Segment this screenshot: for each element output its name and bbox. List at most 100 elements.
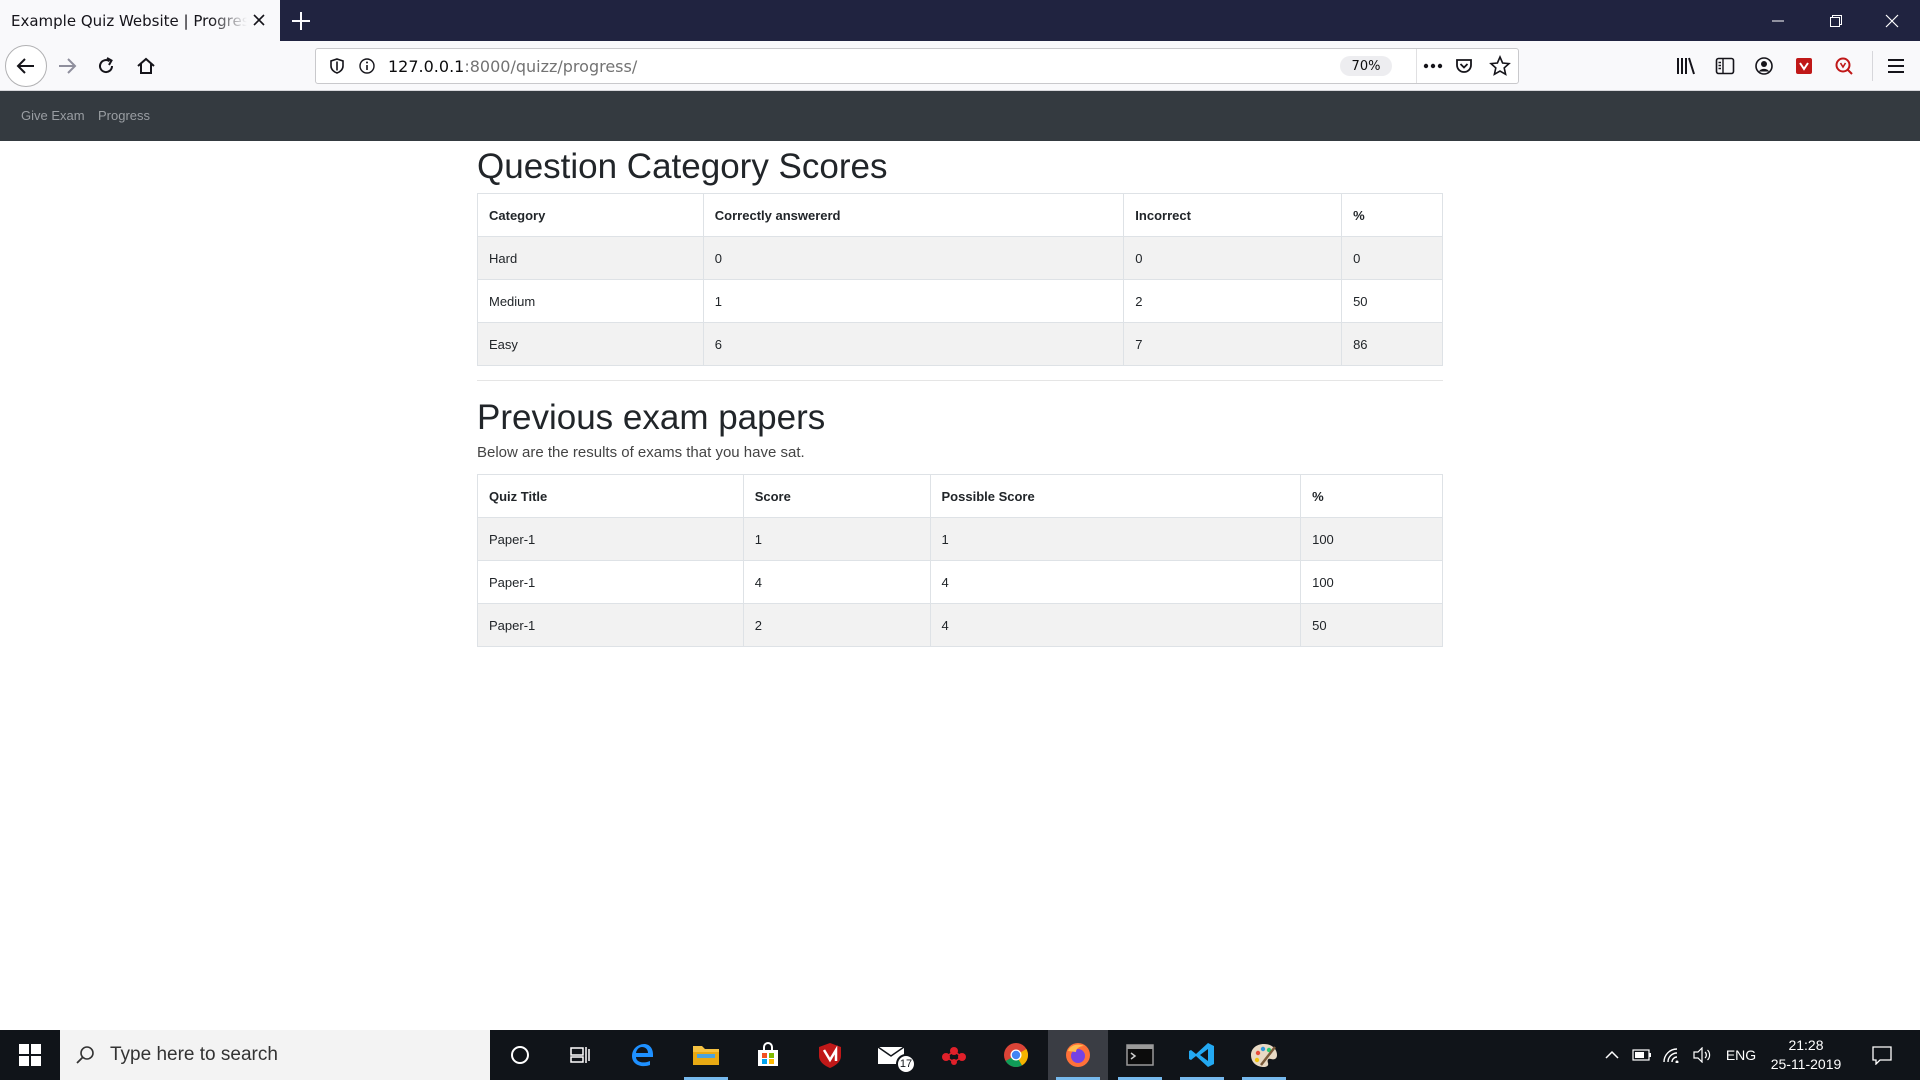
folder-icon [693, 1046, 719, 1065]
minimize-icon[interactable] [1748, 0, 1808, 41]
clock-date: 25-11-2019 [1770, 1056, 1842, 1072]
taskbar-search-box[interactable]: Type here to search [60, 1030, 490, 1080]
bookmark-star-icon[interactable] [1489, 54, 1511, 81]
cortana-icon [511, 1046, 529, 1064]
column-header: Correctly answererd [702, 193, 1125, 237]
site-info-icon[interactable] [358, 57, 376, 79]
page-actions-icon[interactable] [1418, 55, 1448, 77]
table-cell: 0 [1341, 236, 1443, 280]
close-window-icon[interactable] [1862, 0, 1920, 41]
taskbar-terminal[interactable] [1110, 1030, 1170, 1080]
table-cell: Paper-1 [477, 560, 744, 604]
home-button[interactable] [132, 52, 160, 80]
tab-close-icon[interactable] [250, 11, 268, 29]
pocket-icon[interactable] [1454, 56, 1474, 80]
notifications-icon[interactable] [1862, 1030, 1902, 1080]
url-host: 127.0.0.1 [388, 57, 465, 76]
sidebar-icon[interactable] [1711, 52, 1739, 80]
windows-logo-icon [19, 1044, 41, 1066]
column-header: Category [477, 193, 704, 237]
column-header: Incorrect [1123, 193, 1343, 237]
table-cell: 4 [929, 560, 1302, 604]
zoom-indicator[interactable]: 70% [1340, 56, 1392, 76]
page-content: Question Category Scores Category Correc… [477, 141, 1443, 647]
site-navbar: Give Exam Progress [0, 91, 1920, 141]
browser-tab-active[interactable]: Example Quiz Website | Progress Page [0, 0, 280, 41]
taskbar-paint[interactable] [1234, 1030, 1294, 1080]
table-cell: 1 [702, 279, 1125, 323]
taskbar-mail[interactable]: 17 [862, 1030, 922, 1080]
table-cell: 4 [929, 603, 1302, 647]
restore-icon[interactable] [1806, 0, 1866, 41]
taskbar-file-explorer[interactable] [676, 1030, 736, 1080]
url-path: :8000/quizz/progress/ [464, 57, 638, 76]
nav-link-give-exam[interactable]: Give Exam [21, 108, 85, 123]
home-icon [137, 57, 155, 74]
library-icon[interactable] [1672, 52, 1700, 80]
table-row: Medium 1 2 50 [477, 279, 1443, 323]
table-cell: 100 [1300, 517, 1443, 561]
volume-icon[interactable] [1690, 1030, 1714, 1080]
table-header-row: Category Correctly answererd Incorrect % [477, 193, 1443, 237]
tracking-shield-icon[interactable] [328, 57, 346, 79]
previous-exams-subtitle: Below are the results of exams that you … [477, 444, 805, 461]
task-view-button[interactable] [550, 1030, 610, 1080]
taskbar-store[interactable] [738, 1030, 798, 1080]
search-icon [76, 1046, 94, 1064]
paint-palette-icon [1251, 1044, 1277, 1067]
clock-time: 21:28 [1788, 1037, 1824, 1053]
taskbar-clock[interactable]: 21:28 25-11-2019 [1766, 1036, 1846, 1074]
cortana-button[interactable] [490, 1030, 550, 1080]
table-cell: Paper-1 [477, 603, 744, 647]
forward-button[interactable] [53, 52, 81, 80]
section-divider [477, 380, 1443, 381]
column-header: % [1300, 474, 1443, 518]
nav-link-progress[interactable]: Progress [98, 108, 150, 123]
back-button[interactable] [5, 45, 47, 87]
taskbar-edge[interactable] [612, 1030, 672, 1080]
extension-search-icon[interactable] [1830, 52, 1858, 80]
reload-button[interactable] [92, 52, 120, 80]
taskbar-firefox[interactable] [1048, 1030, 1108, 1080]
new-tab-icon[interactable] [289, 9, 313, 33]
table-cell: 1 [929, 517, 1302, 561]
input-language[interactable]: ENG [1722, 1030, 1760, 1080]
windows-taskbar: Type here to search 17 ENG 21:28 25-11-2… [0, 1030, 1920, 1080]
table-cell: 2 [742, 603, 931, 647]
chrome-icon [1004, 1043, 1029, 1068]
table-cell: 4 [742, 560, 931, 604]
search-placeholder: Type here to search [110, 1044, 278, 1065]
previous-exams-table: Quiz Title Score Possible Score % Paper-… [477, 474, 1443, 647]
edge-icon [632, 1044, 653, 1067]
address-bar[interactable]: 127.0.0.1:8000/quizz/progress/ 70% [315, 48, 1519, 84]
back-arrow-icon [16, 58, 34, 74]
tray-overflow-chevron-icon[interactable] [1600, 1030, 1624, 1080]
column-header: % [1341, 193, 1443, 237]
table-cell: Easy [477, 322, 704, 366]
table-cell: 86 [1341, 322, 1443, 366]
battery-icon[interactable] [1630, 1030, 1654, 1080]
table-row: Paper-1 4 4 100 [477, 560, 1443, 604]
task-view-icon [570, 1047, 590, 1063]
table-row: Hard 0 0 0 [477, 236, 1443, 280]
table-cell: 100 [1300, 560, 1443, 604]
urlbar-divider [1416, 49, 1417, 83]
url-text[interactable]: 127.0.0.1:8000/quizz/progress/ [388, 57, 637, 76]
store-icon [758, 1042, 778, 1066]
wifi-icon[interactable] [1660, 1030, 1684, 1080]
taskbar-chrome[interactable] [986, 1030, 1046, 1080]
table-cell: 6 [702, 322, 1125, 366]
taskbar-mcafee[interactable] [800, 1030, 860, 1080]
table-cell: 0 [702, 236, 1125, 280]
table-cell: Hard [477, 236, 704, 280]
menu-hamburger-icon[interactable] [1882, 52, 1910, 80]
taskbar-vscode[interactable] [1172, 1030, 1232, 1080]
start-button[interactable] [0, 1030, 60, 1080]
table-row: Paper-1 2 4 50 [477, 603, 1443, 647]
taskbar-app-red[interactable] [924, 1030, 984, 1080]
terminal-icon [1126, 1044, 1154, 1066]
table-cell: 1 [742, 517, 931, 561]
mail-badge: 17 [896, 1054, 916, 1074]
extension-shield-icon[interactable] [1790, 52, 1818, 80]
account-icon[interactable] [1750, 52, 1778, 80]
